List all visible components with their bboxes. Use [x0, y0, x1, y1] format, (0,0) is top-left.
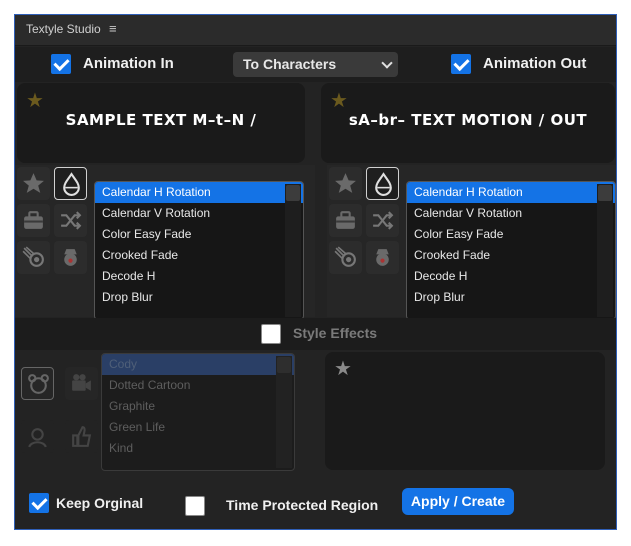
- favorites-star-icon[interactable]: [329, 167, 362, 200]
- style-effects-preview: ★: [325, 352, 605, 470]
- mode-select-value: To Characters: [243, 56, 337, 72]
- scrollbar-thumb[interactable]: [286, 185, 300, 201]
- panel-menu-icon[interactable]: ≡: [109, 21, 117, 36]
- window-title: Textyle Studio: [26, 22, 101, 36]
- textyle-studio-panel: Textyle Studio ≡ Animation In To Charact…: [14, 14, 617, 530]
- scrollbar[interactable]: [276, 356, 292, 468]
- list-item[interactable]: Drop Blur: [95, 287, 303, 308]
- clown-icon[interactable]: [54, 241, 87, 274]
- preview-out-text: sA–br– TEXT MOTION / OUT: [348, 111, 588, 129]
- keep-original-checkbox[interactable]: [29, 493, 49, 513]
- shuffle-icon[interactable]: [54, 204, 87, 237]
- scrollbar-thumb[interactable]: [277, 357, 291, 373]
- meteor-icon[interactable]: [17, 241, 50, 274]
- list-item[interactable]: Calendar H Rotation: [407, 182, 615, 203]
- style-effects-list[interactable]: Cody Dotted Cartoon Graphite Green Life …: [101, 353, 295, 471]
- scrollbar[interactable]: [597, 184, 613, 317]
- scrollbar[interactable]: [285, 184, 301, 317]
- animation-in-checkbox[interactable]: [51, 54, 71, 74]
- meteor-icon[interactable]: [329, 241, 362, 274]
- animation-toggle-row: Animation In To Characters Animation Out: [15, 47, 616, 82]
- title-bar: Textyle Studio ≡: [15, 15, 616, 46]
- animation-in-label: Animation In: [83, 55, 174, 72]
- preview-in-text: SAMPLE TEXT M–t–N /: [65, 111, 257, 129]
- face-icon[interactable]: [21, 367, 54, 400]
- style-effects-label: Style Effects: [293, 325, 378, 341]
- favorites-star-icon[interactable]: [17, 167, 50, 200]
- animation-in-zone: Calendar H Rotation Calendar V Rotation …: [15, 165, 315, 320]
- apply-create-button[interactable]: Apply / Create: [402, 488, 514, 515]
- list-item[interactable]: Color Easy Fade: [407, 224, 615, 245]
- favorite-star-icon[interactable]: ★: [330, 88, 348, 113]
- time-protected-checkbox[interactable]: [185, 496, 205, 516]
- list-item[interactable]: Green Life: [102, 417, 294, 438]
- favorite-star-icon[interactable]: ★: [26, 88, 44, 113]
- video-camera-icon[interactable]: [65, 367, 98, 400]
- preview-out: ★ sA–br– TEXT MOTION / OUT: [321, 83, 615, 163]
- list-item[interactable]: Crooked Fade: [95, 245, 303, 266]
- animation-out-checkbox[interactable]: [451, 54, 471, 74]
- style-effects-checkbox[interactable]: [261, 324, 281, 344]
- list-item[interactable]: Calendar V Rotation: [407, 203, 615, 224]
- water-drop-icon[interactable]: [54, 167, 87, 200]
- animation-in-list[interactable]: Calendar H Rotation Calendar V Rotation …: [94, 181, 304, 320]
- thumbs-up-icon[interactable]: [65, 420, 98, 453]
- list-item[interactable]: Crooked Fade: [407, 245, 615, 266]
- hacker-icon[interactable]: [21, 420, 54, 453]
- scrollbar-thumb[interactable]: [598, 185, 612, 201]
- toolbox-icon[interactable]: [329, 204, 362, 237]
- list-item[interactable]: Graphite: [102, 396, 294, 417]
- mode-select[interactable]: To Characters: [233, 52, 398, 77]
- water-drop-icon[interactable]: [366, 167, 399, 200]
- favorite-star-icon[interactable]: ★: [334, 356, 352, 381]
- list-item[interactable]: Drop Blur: [407, 287, 615, 308]
- list-item[interactable]: Cody: [102, 354, 294, 375]
- shuffle-icon[interactable]: [366, 204, 399, 237]
- style-effects-row: Style Effects: [15, 318, 616, 350]
- list-item[interactable]: Calendar H Rotation: [95, 182, 303, 203]
- animation-out-label: Animation Out: [483, 55, 587, 72]
- list-item[interactable]: Decode H: [95, 266, 303, 287]
- list-item[interactable]: Kind: [102, 438, 294, 459]
- keep-original-label: Keep Orginal: [56, 495, 144, 511]
- toolbox-icon[interactable]: [17, 204, 50, 237]
- preview-in: ★ SAMPLE TEXT M–t–N /: [17, 83, 305, 163]
- list-item[interactable]: Color Easy Fade: [95, 224, 303, 245]
- chevron-down-icon: [381, 57, 393, 69]
- clown-icon[interactable]: [366, 241, 399, 274]
- time-protected-label: Time Protected Region: [226, 497, 379, 513]
- list-item[interactable]: Calendar V Rotation: [95, 203, 303, 224]
- animation-out-list[interactable]: Calendar H Rotation Calendar V Rotation …: [406, 181, 616, 320]
- animation-out-zone: Calendar H Rotation Calendar V Rotation …: [327, 165, 616, 320]
- list-item[interactable]: Dotted Cartoon: [102, 375, 294, 396]
- list-item[interactable]: Decode H: [407, 266, 615, 287]
